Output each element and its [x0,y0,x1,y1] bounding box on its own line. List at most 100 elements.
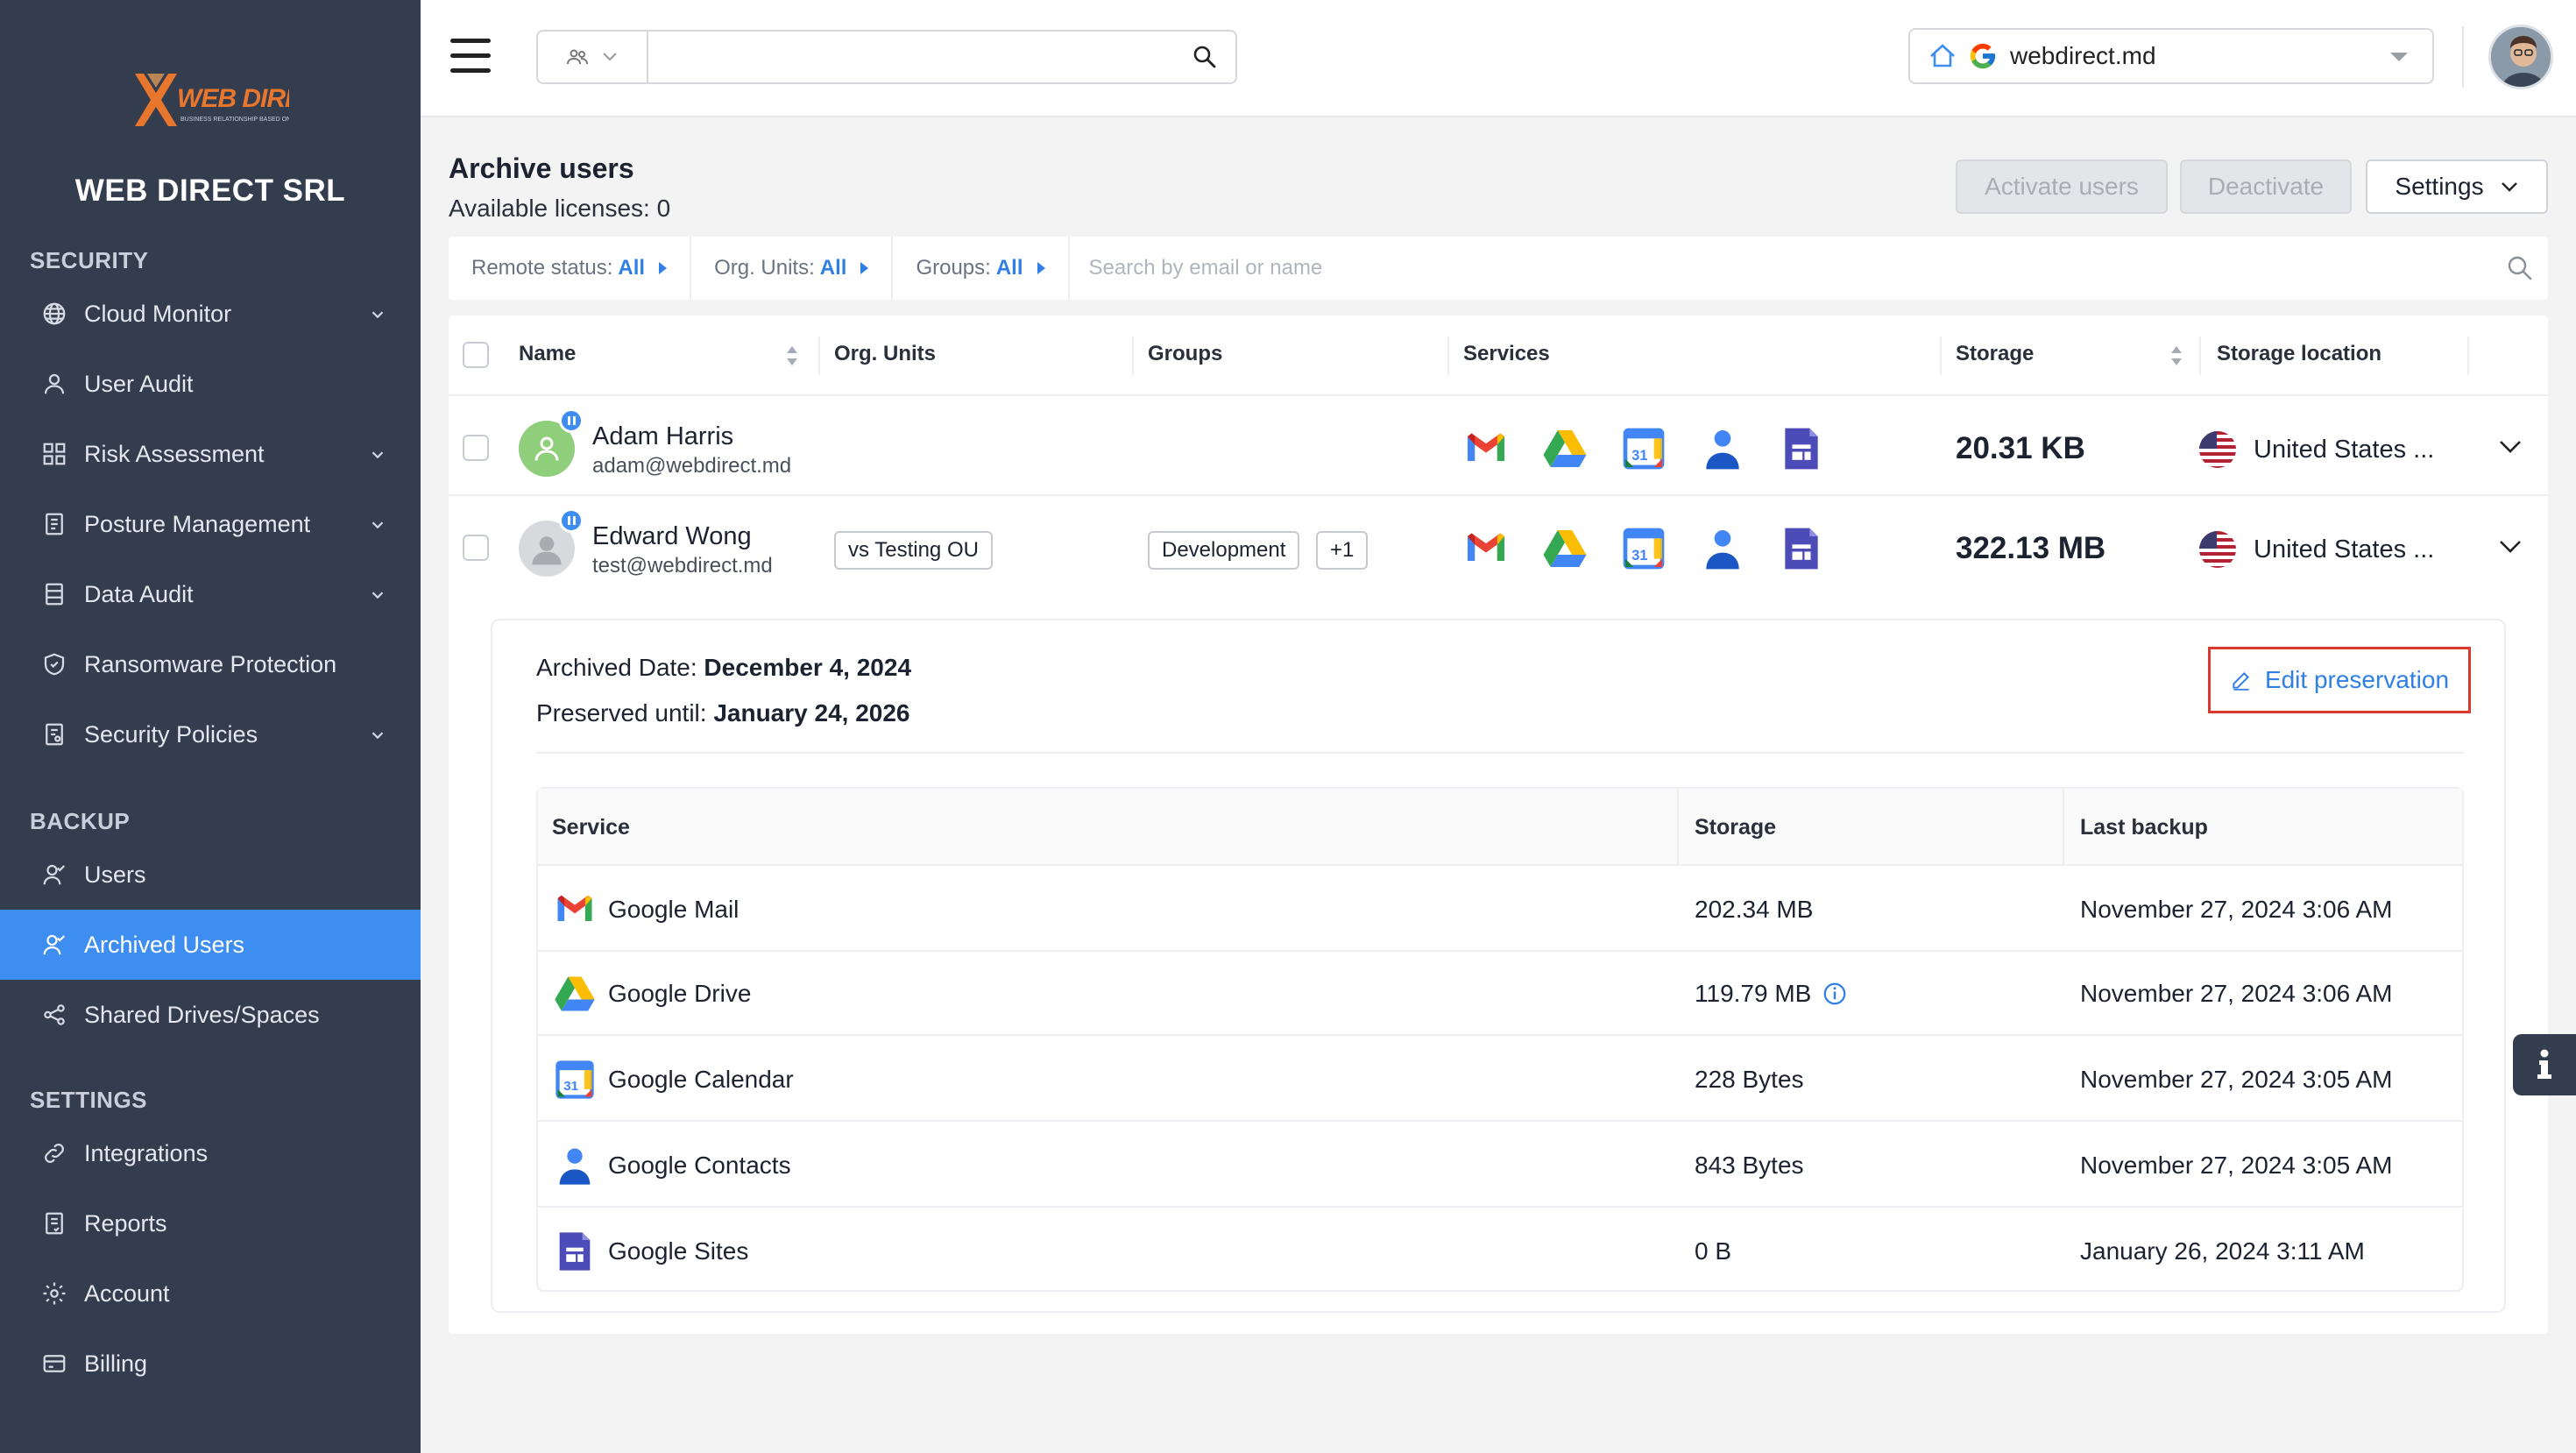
available-licenses: Available licenses: 0 [449,195,671,222]
sidebar-item-integrations[interactable]: Integrations [0,1118,421,1188]
sort-icon[interactable] [2169,344,2183,368]
edit-preservation-button[interactable]: Edit preservation [2208,647,2471,713]
row-checkbox[interactable] [463,535,489,561]
table-row[interactable]: Adam Harris adam@webdirect.md 31 20.31 K… [449,398,2548,496]
chevron-down-icon[interactable] [368,303,389,324]
sidebar-item-ransomware-protection[interactable]: Ransomware Protection [0,629,421,699]
top-bar: webdirect.md [421,0,2576,117]
edit-preservation-label: Edit preservation [2264,666,2450,693]
sort-icon[interactable] [785,344,799,368]
sidebar-item-users[interactable]: Users [0,840,421,910]
storage-location: United States ... [2199,431,2434,468]
archived-date-label: Archived Date: [536,654,697,681]
group-tag: Development [1148,531,1300,570]
chevron-down-icon[interactable] [368,724,389,745]
archived-date-value: December 4, 2024 [704,654,912,681]
column-header-service: Service [552,815,630,840]
service-row-contacts: Google Contacts 843 Bytes November 27, 2… [538,1123,2462,1208]
shield-icon [40,650,68,678]
services-table-header: Service Storage Last backup [538,789,2462,866]
service-name: Google Sites [608,1237,749,1265]
domain-selector[interactable]: webdirect.md [1908,28,2434,84]
storage-location-text: United States ... [2254,435,2435,464]
filter-groups[interactable]: Groups: All [893,237,1070,300]
column-header-groups: Groups [1148,342,1223,365]
drive-icon [1543,430,1587,467]
globe-icon [40,300,68,328]
row-checkbox[interactable] [463,435,489,461]
column-header-last-backup: Last backup [2080,815,2208,840]
menu-icon[interactable] [450,39,491,74]
storage-location-text: United States ... [2254,535,2435,563]
company-name: WEB DIRECT SRL [74,174,346,208]
section-title-security: SECURITY [30,247,149,273]
search-input[interactable] [657,37,1165,77]
users-icon [567,49,588,65]
filter-org-units[interactable]: Org. Units: All [691,237,894,300]
sidebar-item-label: Security Policies [84,720,258,748]
user-search-input[interactable]: Search by email or name [1070,256,2549,280]
service-storage-value: 119.79 MB [1695,980,1812,1007]
calendar-icon: 31 [1623,428,1665,470]
sidebar-item-label: Account [84,1279,170,1307]
service-storage: 0 B [1695,1237,1731,1265]
sidebar-item-archived-users[interactable]: Archived Users [0,910,421,980]
svg-text:31: 31 [563,1079,578,1094]
drive-icon [555,976,595,1011]
sidebar-item-reports[interactable]: Reports [0,1188,421,1258]
users-icon [40,861,68,889]
sites-icon [559,1232,591,1271]
company-logo[interactable]: WEB DIRECT BUSINESS RELATIONSHIP BASED O… [131,67,339,133]
column-separator [2467,337,2469,375]
chevron-down-icon[interactable] [368,514,389,535]
search-scope-dropdown[interactable] [538,32,648,82]
sidebar-item-label: Billing [84,1350,148,1377]
sidebar-item-shared-drives[interactable]: Shared Drives/Spaces [0,980,421,1050]
search-icon[interactable] [1192,44,1218,70]
user-storage: 20.31 KB [1956,431,2085,465]
filter-remote-status[interactable]: Remote status: All [449,237,692,300]
sidebar-item-cloud-monitor[interactable]: Cloud Monitor [0,279,421,349]
table-row[interactable]: Edward Wong test@webdirect.md vs Testing… [449,498,2548,596]
grid-icon [40,440,68,468]
svg-text:BUSINESS RELATIONSHIP BASED ON: BUSINESS RELATIONSHIP BASED ON TRUST [180,117,289,123]
avatar[interactable] [2488,25,2553,89]
service-name: Google Mail [608,896,740,923]
chevron-down-icon[interactable] [368,443,389,464]
user-detail-panel: Archived Date: December 4, 2024 Preserve… [491,619,2506,1313]
sidebar-item-risk-assessment[interactable]: Risk Assessment [0,419,421,489]
sidebar-item-posture-management[interactable]: Posture Management [0,489,421,559]
info-button[interactable] [2513,1034,2576,1095]
settings-button[interactable]: Settings [2366,159,2548,214]
column-separator [818,337,820,375]
policy-icon [40,720,68,748]
column-header-name[interactable]: Name [519,342,576,366]
search-icon[interactable] [2506,254,2534,282]
more-groups-tag[interactable]: +1 [1316,531,1369,570]
gmail-icon [1468,533,1504,561]
divider [536,752,2464,754]
sidebar-item-billing[interactable]: Billing [0,1329,421,1399]
chevron-down-icon[interactable] [2497,438,2523,456]
global-search [536,30,1237,84]
deactivate-button[interactable]: Deactivate [2180,159,2352,214]
column-header-storage[interactable]: Storage [1956,342,2034,366]
sidebar-item-label: User Audit [84,370,194,397]
sidebar-item-data-audit[interactable]: Data Audit [0,559,421,629]
svg-text:WEB DIRECT: WEB DIRECT [177,84,289,113]
sidebar-item-account[interactable]: Account [0,1258,421,1329]
sidebar-item-security-policies[interactable]: Security Policies [0,699,421,769]
select-all-checkbox[interactable] [463,342,489,368]
activate-users-button[interactable]: Activate users [1956,159,2168,214]
sites-icon [1785,528,1818,570]
preserved-until: Preserved until: January 24, 2026 [536,699,910,727]
info-icon[interactable] [1822,981,1848,1007]
sidebar-item-user-audit[interactable]: User Audit [0,349,421,419]
table-header: Name Org. Units Groups Services Storage … [449,315,2548,396]
divider [2462,26,2464,88]
caret-right-icon [659,262,668,274]
storage-location: United States ... [2199,531,2434,568]
service-last-backup: November 27, 2024 3:05 AM [2080,1066,2393,1093]
chevron-down-icon[interactable] [368,584,389,605]
chevron-down-icon[interactable] [2497,538,2523,556]
